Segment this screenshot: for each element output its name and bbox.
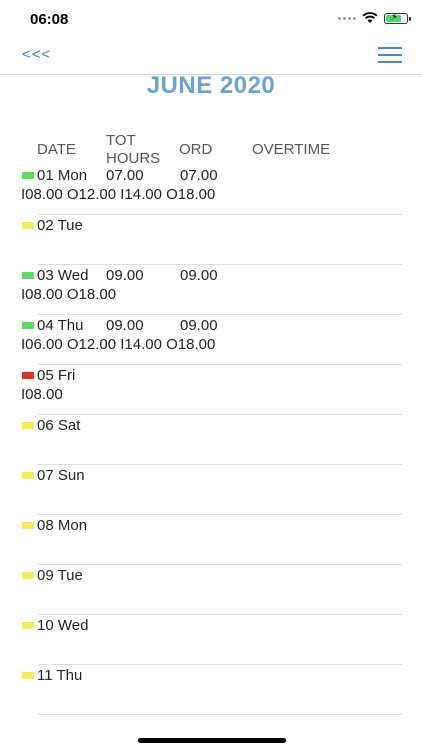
punch-times: I08.00 O18.00 (21, 286, 117, 303)
tot-hours-value: 09.00 (106, 267, 144, 284)
column-header-tot-line1: TOT (106, 132, 136, 149)
day-list: 01 Mon 07.00 07.00 I08.00 O12.00 I14.00 … (0, 165, 422, 715)
month-title: JUNE 2020 (146, 72, 276, 99)
punch-times: I08.00 O12.00 I14.00 O18.00 (21, 186, 216, 203)
day-label: 04 Thu (37, 317, 84, 334)
ord-value: 07.00 (180, 167, 218, 184)
status-marker (22, 322, 34, 329)
day-row[interactable]: 08 Mon (0, 515, 422, 565)
day-label: 08 Mon (37, 517, 88, 534)
day-label: 09 Tue (37, 567, 83, 584)
column-header-ord: ORD (179, 141, 213, 158)
day-row[interactable]: 07 Sun (0, 465, 422, 515)
status-marker (22, 372, 34, 379)
tot-hours-value: 07.00 (106, 167, 144, 184)
status-marker (22, 222, 34, 229)
day-row[interactable]: 02 Tue (0, 215, 422, 265)
day-label: 03 Wed (37, 267, 89, 284)
navigation-bar: <<< (0, 40, 422, 75)
day-label: 05 Fri (37, 367, 76, 384)
day-label: 01 Mon (37, 167, 88, 184)
day-row[interactable]: 05 Fri I08.00 (0, 365, 422, 415)
back-button[interactable]: <<< (22, 46, 51, 63)
status-marker (22, 272, 34, 279)
charging-bolt-icon: ⚡ (391, 11, 399, 23)
day-label: 10 Wed (37, 617, 89, 634)
punch-times: I08.00 (21, 386, 63, 403)
status-marker (22, 572, 34, 579)
day-label: 02 Tue (37, 217, 83, 234)
status-marker (22, 672, 34, 679)
tot-hours-value: 09.00 (106, 317, 144, 334)
status-marker (22, 172, 34, 179)
day-label: 11 Thu (37, 667, 83, 684)
status-time: 06:08 (30, 11, 69, 28)
status-marker (22, 522, 34, 529)
column-header-tot-hours: TOT HOURS (106, 132, 160, 168)
day-row[interactable]: 04 Thu 09.00 09.00 I06.00 O12.00 I14.00 … (0, 315, 422, 365)
status-icons: ⚡ (338, 11, 411, 24)
cellular-signal-icon (338, 16, 356, 20)
day-row[interactable]: 10 Wed (0, 615, 422, 665)
day-row[interactable]: 09 Tue (0, 565, 422, 615)
status-marker (22, 422, 34, 429)
status-marker (22, 622, 34, 629)
hamburger-menu-icon[interactable] (378, 47, 402, 63)
day-label: 06 Sat (37, 417, 81, 434)
status-bar: 06:08 ⚡ (0, 0, 422, 40)
day-row[interactable]: 11 Thu (0, 665, 422, 715)
day-label: 07 Sun (37, 467, 85, 484)
column-header-overtime: OVERTIME (252, 141, 331, 158)
status-marker (22, 472, 34, 479)
column-header-date: DATE (37, 141, 76, 158)
day-row[interactable]: 01 Mon 07.00 07.00 I08.00 O12.00 I14.00 … (0, 165, 422, 215)
punch-times: I06.00 O12.00 I14.00 O18.00 (21, 336, 216, 353)
ord-value: 09.00 (180, 317, 218, 334)
ord-value: 09.00 (180, 267, 218, 284)
battery-icon: ⚡ (384, 11, 411, 24)
day-row[interactable]: 03 Wed 09.00 09.00 I08.00 O18.00 (0, 265, 422, 315)
day-row[interactable]: 06 Sat (0, 415, 422, 465)
home-indicator (138, 738, 286, 743)
wifi-icon (362, 12, 378, 23)
